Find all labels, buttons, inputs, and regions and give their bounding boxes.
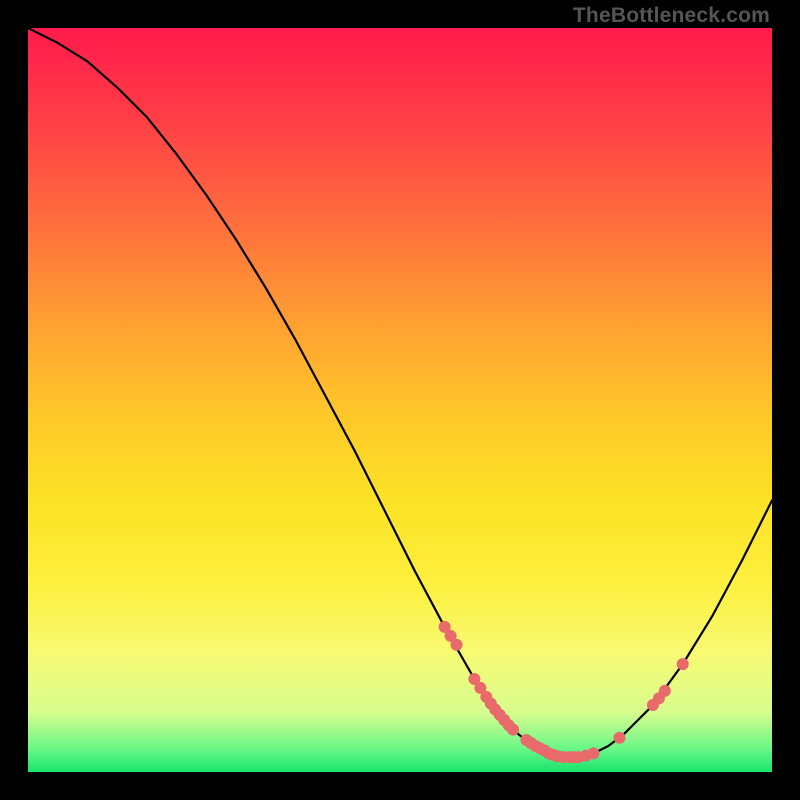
data-point	[507, 724, 519, 736]
chart-svg	[28, 28, 772, 772]
data-point	[587, 747, 599, 759]
bottleneck-curve	[28, 28, 772, 757]
chart-frame: TheBottleneck.com	[0, 0, 800, 800]
watermark-label: TheBottleneck.com	[573, 4, 770, 28]
data-point	[613, 732, 625, 744]
data-point	[659, 685, 671, 697]
data-point	[677, 658, 689, 670]
plot-area	[28, 28, 772, 772]
highlight-dots	[439, 621, 689, 763]
data-point	[451, 639, 463, 651]
